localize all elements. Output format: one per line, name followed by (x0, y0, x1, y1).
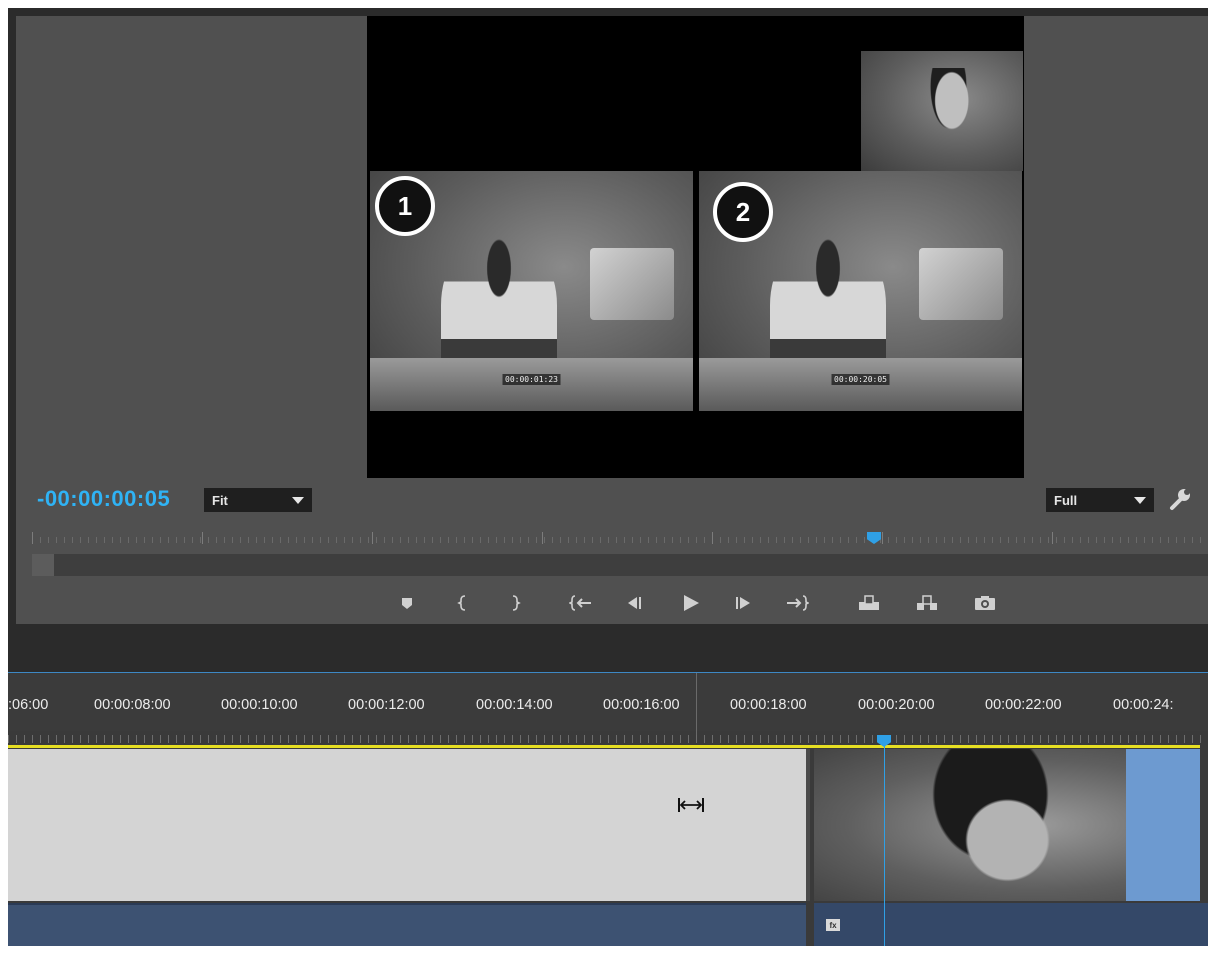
export-frame-button[interactable] (970, 590, 1000, 616)
audio-track-clip[interactable] (8, 903, 806, 946)
mark-out-icon (512, 595, 521, 611)
person-head (914, 749, 1084, 901)
lift-icon (859, 595, 879, 610)
timeline-ruler[interactable]: :06:00 00:00:08:00 00:00:10:00 00:00:12:… (8, 673, 1208, 743)
ruler-label: 00:00:16:00 (603, 697, 680, 713)
gap-clip[interactable] (8, 749, 810, 901)
panel-divider (8, 624, 1208, 672)
ruler-label: :06:00 (8, 697, 49, 713)
ruler-label: 00:00:14:00 (476, 697, 553, 713)
playback-resolution-dropdown[interactable]: Full (1046, 488, 1154, 512)
ruler-label: 00:00:12:00 (348, 697, 425, 713)
chevron-down-icon (292, 497, 304, 504)
video-clip-thumbnail[interactable] (814, 749, 1126, 901)
mark-in-icon (457, 595, 466, 611)
callout-badge-1: 1 (375, 176, 435, 236)
go-to-out-button[interactable] (782, 590, 812, 616)
overlay-preview-frame (861, 51, 1023, 171)
ripple-trim-cursor-icon (678, 798, 704, 812)
ruler-label: 00:00:10:00 (221, 697, 298, 713)
playhead-timecode[interactable]: -00:00:00:05 (37, 486, 170, 512)
video-preview: 00:00:01:23 00:00:20:05 1 2 (367, 16, 1024, 478)
marker-icon (402, 598, 412, 609)
audio-track-clip[interactable] (814, 903, 1208, 946)
mark-out-button[interactable] (500, 590, 530, 616)
play-icon (684, 595, 699, 611)
frame-timecode: 00:00:01:23 (502, 374, 561, 385)
extract-icon (917, 595, 937, 610)
chevron-down-icon (1134, 497, 1146, 504)
ruler-label: 00:00:24: (1113, 697, 1174, 713)
timeline-ruler-ticks (8, 735, 1208, 743)
fx-badge-icon[interactable]: fx (826, 919, 840, 931)
ruler-label: 00:00:08:00 (94, 697, 171, 713)
go-to-in-icon (569, 595, 591, 611)
work-area-bar[interactable] (8, 745, 1200, 748)
wrench-icon[interactable] (1166, 486, 1194, 512)
ruler-marker-line (696, 673, 697, 743)
callout-badge-2: 2 (713, 182, 773, 242)
go-to-in-button[interactable] (566, 590, 596, 616)
zoom-level-value: Fit (212, 492, 228, 508)
program-monitor: 00:00:01:23 00:00:20:05 1 2 -00:00:00:05… (16, 16, 1208, 624)
lift-button[interactable] (854, 590, 884, 616)
monitor-zoom-scrollbar[interactable] (32, 554, 1208, 576)
step-back-icon (628, 597, 641, 609)
scrollbar-thumb[interactable] (32, 554, 54, 576)
add-marker-button[interactable] (392, 590, 422, 616)
mark-in-button[interactable] (448, 590, 478, 616)
step-forward-button[interactable] (728, 590, 758, 616)
playback-resolution-value: Full (1054, 492, 1078, 508)
step-back-button[interactable] (620, 590, 650, 616)
zoom-level-dropdown[interactable]: Fit (204, 488, 312, 512)
computer-monitor (918, 247, 1003, 320)
step-forward-icon (736, 597, 750, 609)
ruler-label: 00:00:20:00 (858, 697, 935, 713)
play-button[interactable] (676, 590, 706, 616)
extract-button[interactable] (912, 590, 942, 616)
person-head (916, 67, 981, 162)
timeline-playhead-line (884, 745, 885, 946)
frame-timecode: 00:00:20:05 (831, 374, 890, 385)
ruler-label: 00:00:22:00 (985, 697, 1062, 713)
monitor-time-ruler-major-ticks (32, 532, 1208, 544)
app-window: 00:00:01:23 00:00:20:05 1 2 -00:00:00:05… (8, 8, 1208, 946)
go-to-out-icon (787, 595, 809, 611)
selected-clip[interactable] (1126, 749, 1200, 901)
ruler-label: 00:00:18:00 (730, 697, 807, 713)
timeline-panel: :06:00 00:00:08:00 00:00:10:00 00:00:12:… (8, 672, 1208, 946)
camera-icon (975, 596, 995, 610)
computer-monitor (589, 247, 674, 320)
